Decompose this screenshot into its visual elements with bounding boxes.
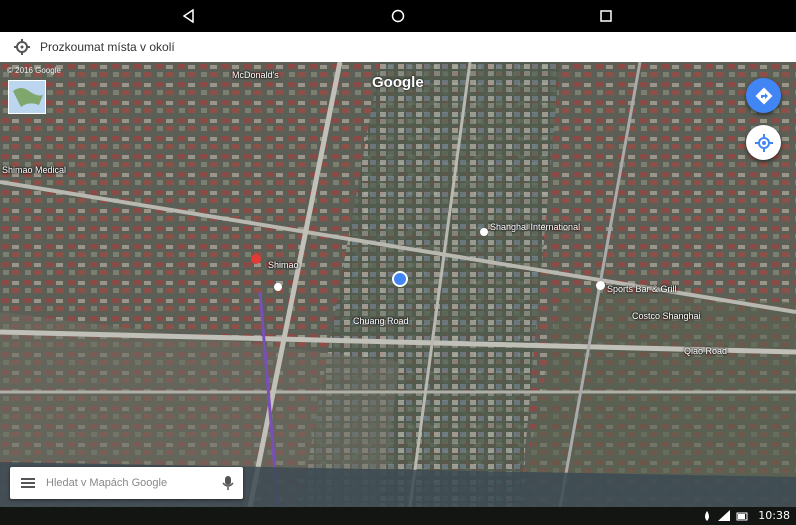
status-icons [702, 510, 748, 522]
crosshair-icon [754, 133, 773, 152]
voice-search-button[interactable] [213, 467, 243, 499]
wifi-icon [718, 510, 730, 521]
directions-icon [755, 87, 772, 104]
hamburger-menu-icon [21, 478, 35, 488]
poi-pin[interactable] [274, 283, 282, 291]
poi-pin[interactable] [480, 228, 488, 236]
poi-pin[interactable] [596, 281, 605, 290]
map-label: Shimao Medical [2, 165, 67, 175]
google-logo: Google [372, 74, 424, 91]
back-button[interactable] [169, 0, 209, 32]
menu-button[interactable] [10, 467, 46, 499]
map-label: Sports Bar & Grill [607, 284, 677, 294]
satellite-map[interactable]: © 2016 Google Google Shanghai Internatio… [0, 62, 796, 507]
back-triangle-icon [182, 9, 194, 23]
status-time: 10:38 [758, 509, 790, 522]
recents-square-icon [600, 10, 612, 22]
search-box[interactable]: Hledat v Mapách Google [10, 467, 243, 499]
microphone-icon [222, 476, 234, 490]
my-location-dot [392, 271, 408, 287]
home-circle-icon [391, 9, 405, 23]
map-label: Shimao [268, 260, 299, 270]
map-type-thumbnail[interactable] [8, 80, 46, 114]
explore-text: Prozkoumat místa v okolí [40, 40, 175, 54]
my-location-button[interactable] [746, 125, 781, 160]
explore-nearby-bar[interactable]: Prozkoumat místa v okolí [0, 32, 796, 63]
status-bar: 10:38 [0, 507, 796, 525]
search-input[interactable]: Hledat v Mapách Google [46, 477, 213, 489]
directions-button[interactable] [746, 78, 781, 113]
map-label: Shanghai International [490, 222, 581, 232]
water-drop-icon [705, 511, 709, 521]
map-label: McDonald's [232, 70, 279, 80]
home-button[interactable] [378, 0, 418, 32]
map-thumbnail-icon [13, 88, 43, 107]
map-label: Chuang Road [353, 316, 409, 326]
recents-button[interactable] [586, 0, 626, 32]
map-label: Costco Shanghai [632, 311, 701, 321]
compass-icon [14, 39, 30, 55]
battery-icon [736, 512, 748, 521]
poi-pin[interactable] [251, 254, 261, 264]
map-label: Qiao Road [684, 346, 728, 356]
copyright-text: © 2016 Google [7, 66, 61, 75]
system-nav-bar [0, 0, 796, 32]
